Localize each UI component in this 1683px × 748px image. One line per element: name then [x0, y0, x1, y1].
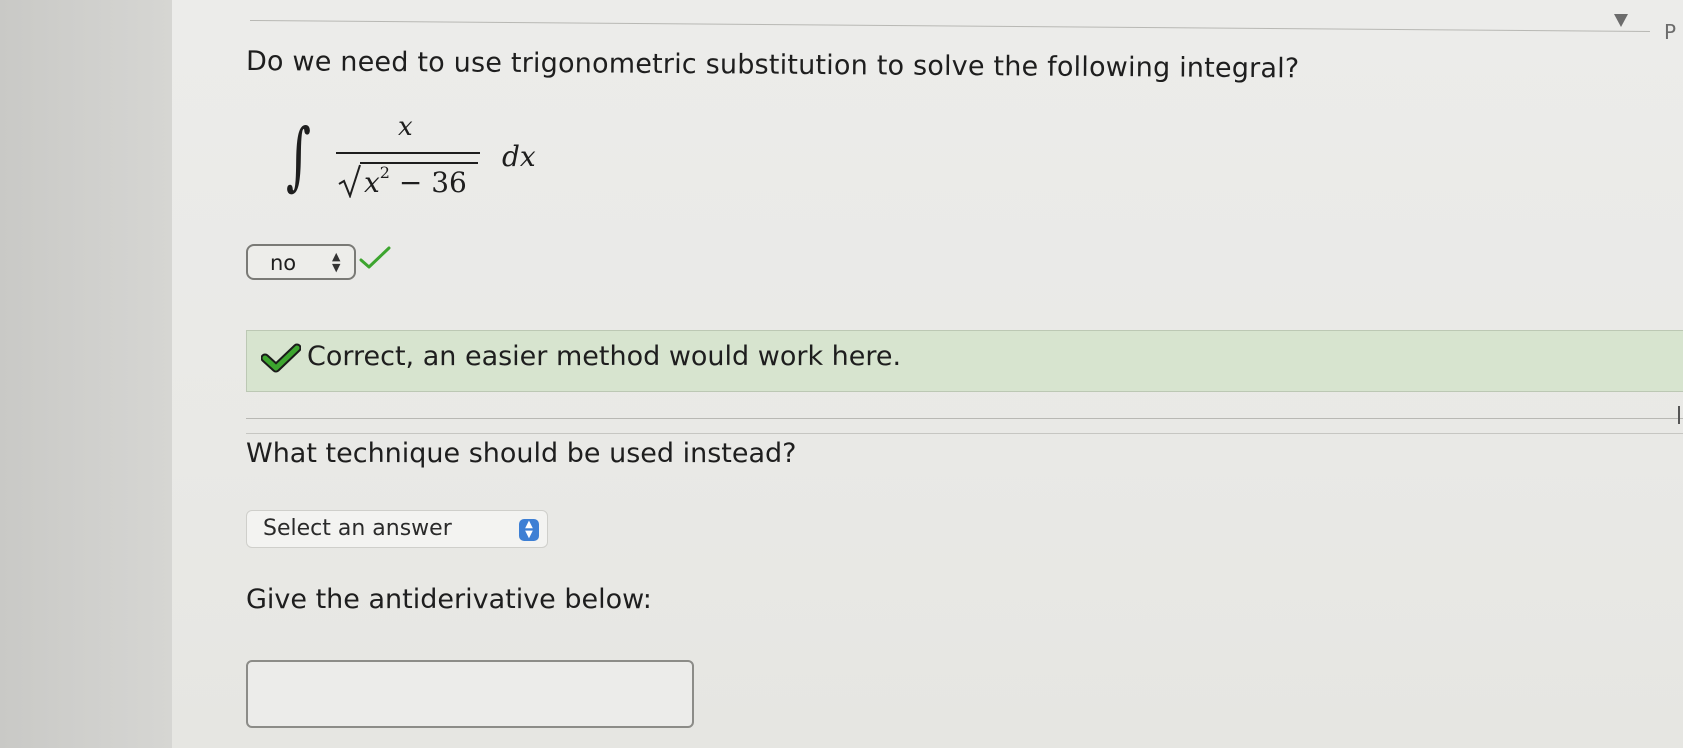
left-margin: [0, 0, 172, 748]
feedback-banner: Correct, an easier method would work her…: [246, 330, 1683, 392]
square-root-icon: [338, 164, 361, 198]
integral-sign-icon: ∫: [286, 113, 312, 199]
integral-denominator: x2 − 36: [364, 162, 467, 199]
question-2-text: What technique should be used instead?: [246, 438, 797, 469]
denominator-variable: x: [364, 166, 380, 199]
trig-substitution-select[interactable]: no ▲ ▼: [246, 244, 356, 280]
feedback-message: Correct, an easier method would work her…: [307, 341, 902, 372]
integral-differential: dx: [502, 140, 536, 173]
denominator-constant: − 36: [389, 166, 467, 199]
trig-substitution-select-value: no: [270, 251, 297, 275]
feedback-check-icon: [261, 343, 301, 373]
technique-select[interactable]: Select an answer ▲ ▼: [246, 510, 548, 548]
integral-numerator: x: [398, 112, 413, 142]
integral-expression: ∫ x x2 − 36 dx: [286, 108, 586, 208]
section-divider: [246, 418, 1683, 419]
corner-label: P: [1664, 20, 1677, 44]
right-edge-marker: [1678, 406, 1680, 424]
square-root-bar: [360, 162, 478, 164]
collapse-triangle-icon[interactable]: [1614, 14, 1628, 27]
fraction-bar: [336, 152, 480, 154]
select-arrows-icon: ▲ ▼: [332, 250, 341, 274]
technique-select-value: Select an answer: [263, 516, 452, 541]
antiderivative-input[interactable]: [246, 660, 694, 728]
section-divider-lower: [246, 433, 1683, 434]
question-3-text: Give the antiderivative below:: [246, 584, 652, 615]
denominator-exponent: 2: [379, 162, 390, 182]
correct-check-icon: [359, 246, 391, 269]
select-stepper-icon: ▲ ▼: [519, 519, 539, 541]
